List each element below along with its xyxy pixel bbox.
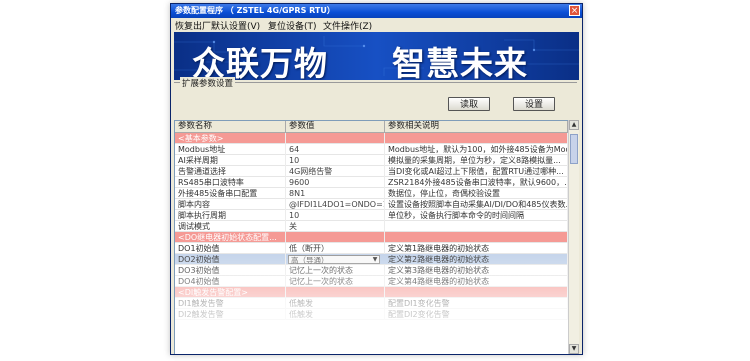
config-window: 参数配置程序 （ ZSTEL 4G/GPRS RTU） × 恢复出厂默认设置(V… [170,3,583,355]
param-value[interactable]: 9600 [286,177,385,188]
param-name: Modbus地址 [175,144,286,155]
param-name: <基本参数> [175,133,286,144]
menu-reset-device[interactable]: 复位设备(T) [268,19,317,32]
param-value [286,133,385,144]
banner-slogan-right: 智慧未来 [392,44,528,80]
param-description: 当DI变化或AI超过上下限值，配置RTU通过哪种... [385,166,568,177]
extended-params-group: 扩展参数设置 读取 设置 [174,77,577,119]
section-row[interactable]: <DO继电器初始状态配置... [175,232,568,243]
param-description [385,232,568,243]
param-value[interactable]: 64 [286,144,385,155]
param-description: 模拟量的采集周期，单位为秒，定义8路模拟量... [385,155,568,166]
param-description: 数据位，停止位，奇偶校验设置 [385,188,568,199]
param-name: <DO继电器初始状态配置... [175,232,286,243]
banner-image: 众联万物 智慧未来 [174,32,579,80]
param-value[interactable]: 8N1 [286,188,385,199]
menu-restore-defaults[interactable]: 恢复出厂默认设置(V) [175,19,260,32]
header-description[interactable]: 参数相关说明 [385,121,568,132]
param-name: 脚本内容 [175,199,286,210]
table-row[interactable]: 脚本执行周期 10 单位秒，设备执行脚本命令的时间间隔 [175,210,568,221]
param-name: RS485串口波特率 [175,177,286,188]
set-button[interactable]: 设置 [513,97,555,111]
read-button[interactable]: 读取 [448,97,490,111]
table-row[interactable]: 告警通道选择 4G网络告警 当DI变化或AI超过上下限值，配置RTU通过哪种... [175,166,568,177]
table-row[interactable]: Modbus地址 64 Modbus地址，默认为100，如外接485设备为Mod..… [175,144,568,155]
menu-file-operations[interactable]: 文件操作(Z) [323,19,372,32]
param-value[interactable]: 10 [286,210,385,221]
param-value[interactable]: 4G网络告警 [286,166,385,177]
param-name: 告警通道选择 [175,166,286,177]
banner-slogan-left: 众联万物 [192,44,328,80]
param-value[interactable]: @IFDI1L4DO1=ONDO=1%ENDIF [286,199,385,210]
table-row[interactable]: RS485串口波特率 9600 ZSR2184外接485设备串口波特率，默认9600… [175,177,568,188]
param-description: 单位秒，设备执行脚本命令的时间间隔 [385,210,568,221]
menu-bar: 恢复出厂默认设置(V) 复位设备(T) 文件操作(Z) [171,18,582,32]
param-name: AI采样周期 [175,155,286,166]
param-name: 脚本执行周期 [175,210,286,221]
param-name: 外接485设备串口配置 [175,188,286,199]
param-description [385,133,568,144]
table-row[interactable]: 脚本内容@IFDI1L4DO1=ONDO=1%ENDIF设置设备按照脚本自动采集… [175,199,568,210]
param-description: Modbus地址，默认为100，如外接485设备为Mod... [385,144,568,155]
fade-overlay [175,251,568,354]
param-name: 调试模式 [175,221,286,232]
param-value[interactable]: 10 [286,155,385,166]
param-value [286,232,385,243]
grid-header: 参数名称 参数值 参数相关说明 [175,121,568,133]
table-row[interactable]: 调试模式关 [175,221,568,232]
param-description: ZSR2184外接485设备串口波特率，默认9600，... [385,177,568,188]
table-row[interactable]: 外接485设备串口配置 8N1 数据位，停止位，奇偶校验设置 [175,188,568,199]
section-row[interactable]: <基本参数> [175,133,568,144]
param-description [385,221,568,232]
window-title: 参数配置程序 （ ZSTEL 4G/GPRS RTU） [175,6,335,15]
header-value[interactable]: 参数值 [286,121,385,132]
title-bar[interactable]: 参数配置程序 （ ZSTEL 4G/GPRS RTU） × [171,4,582,18]
close-icon[interactable]: × [569,5,580,16]
scroll-up-arrow-icon[interactable]: ▲ [569,120,579,130]
group-label: 扩展参数设置 [180,77,236,89]
table-row[interactable]: AI采样周期 10 模拟量的采集周期，单位为秒，定义8路模拟量... [175,155,568,166]
parameter-grid: 参数名称 参数值 参数相关说明 <基本参数> Modbus地址 64 Modbus地址… [174,120,569,354]
scroll-thumb[interactable] [570,134,578,164]
scroll-down-arrow-icon[interactable]: ▼ [569,344,579,354]
param-description: 设置设备按照脚本自动采集AI/DI/DO和485仪表数... [385,199,568,210]
vertical-scrollbar[interactable]: ▲ ▼ [568,120,579,354]
param-value[interactable]: 关 [286,221,385,232]
header-name[interactable]: 参数名称 [175,121,286,132]
